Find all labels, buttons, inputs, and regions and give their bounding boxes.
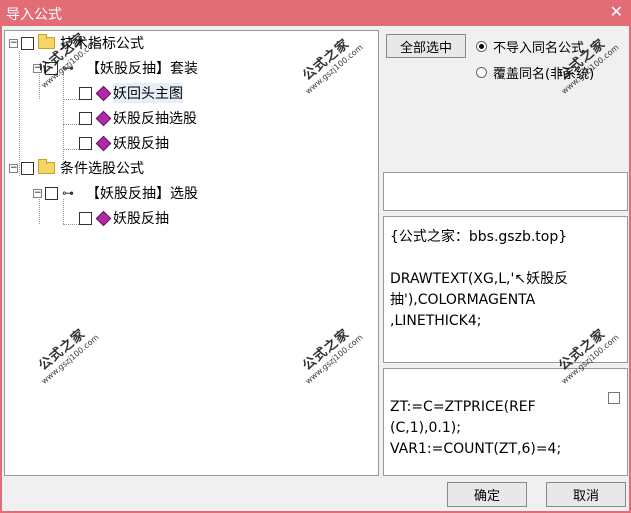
collapse-icon[interactable]: −	[33, 188, 42, 198]
folder-icon	[38, 34, 55, 49]
tree-group-tech[interactable]: − 技术指标公式	[9, 34, 144, 52]
formula-icon	[95, 110, 112, 126]
title-bar: 导入公式 ✕	[0, 0, 631, 26]
tree-label: 妖回头主图	[113, 83, 183, 103]
key-icon: ⊶	[62, 61, 74, 75]
formula-tree[interactable]: − 技术指标公式 − ⊶ 【妖股反抽】套装 妖回头主图 妖股反抽选股 妖股反抽 …	[4, 30, 379, 476]
radio-overwrite[interactable]: 覆盖同名(非系统)	[476, 63, 594, 82]
radio-label: 覆盖同名(非系统)	[493, 67, 595, 82]
code-box[interactable]: ZT:=C=ZTPRICE(REF (C,1),0.1); VAR1:=COUN…	[383, 368, 628, 476]
formula-icon	[95, 210, 112, 226]
tree-item[interactable]: 妖股反抽	[79, 134, 169, 152]
radio-no-import[interactable]: 不导入同名公式	[476, 37, 584, 56]
tree-item[interactable]: 妖股反抽	[79, 209, 169, 227]
tree-checkbox[interactable]	[45, 186, 58, 200]
tree-item[interactable]: 妖股反抽选股	[79, 109, 197, 127]
close-icon[interactable]: ✕	[610, 2, 623, 21]
tree-checkbox[interactable]	[21, 36, 34, 50]
tree-label: 【妖股反抽】套装	[86, 61, 198, 77]
tree-label: 技术指标公式	[60, 36, 144, 52]
description-box: {公式之家：bbs.gszb.top} DRAWTEXT(XG,L,'↖妖股反抽…	[383, 216, 628, 363]
tree-item[interactable]: 妖回头主图	[79, 83, 183, 103]
radio-dot[interactable]	[476, 41, 487, 52]
select-all-button[interactable]: 全部选中	[386, 34, 466, 58]
code-text: ZT:=C=ZTPRICE(REF (C,1),0.1); VAR1:=COUN…	[390, 399, 562, 457]
empty-info-box	[383, 172, 628, 211]
radio-label: 不导入同名公式	[493, 41, 585, 56]
tree-checkbox[interactable]	[79, 111, 92, 125]
tree-suite[interactable]: − ⊶ 【妖股反抽】套装	[33, 59, 198, 77]
tree-checkbox[interactable]	[45, 61, 58, 75]
tree-checkbox[interactable]	[79, 136, 92, 150]
tree-checkbox[interactable]	[79, 211, 92, 225]
collapse-icon[interactable]: −	[9, 38, 18, 48]
tree-group-select[interactable]: − 条件选股公式	[9, 159, 144, 177]
formula-icon	[95, 85, 112, 101]
formula-icon	[95, 135, 112, 151]
code-checkbox[interactable]	[608, 392, 620, 404]
tree-label: 妖股反抽	[113, 136, 169, 152]
collapse-icon[interactable]: −	[33, 63, 42, 73]
tree-label: 妖股反抽选股	[113, 111, 197, 127]
cancel-button[interactable]: 取消	[546, 482, 626, 507]
description-text: {公式之家：bbs.gszb.top} DRAWTEXT(XG,L,'↖妖股反抽…	[390, 229, 569, 329]
ok-button[interactable]: 确定	[447, 482, 527, 507]
folder-icon	[38, 159, 55, 174]
tree-suite[interactable]: − ⊶ 【妖股反抽】选股	[33, 184, 198, 202]
key-icon: ⊶	[62, 186, 74, 200]
collapse-icon[interactable]: −	[9, 163, 18, 173]
window-title: 导入公式	[6, 7, 62, 23]
tree-label: 妖股反抽	[113, 211, 169, 227]
tree-label: 条件选股公式	[60, 161, 144, 177]
tree-label: 【妖股反抽】选股	[86, 186, 198, 202]
tree-checkbox[interactable]	[79, 86, 92, 100]
radio-dot[interactable]	[476, 67, 487, 78]
tree-checkbox[interactable]	[21, 161, 34, 175]
